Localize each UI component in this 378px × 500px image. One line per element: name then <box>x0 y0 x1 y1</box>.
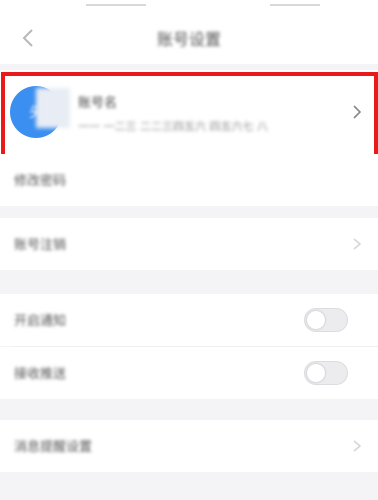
status-bar-fragment <box>86 0 146 6</box>
status-bar-fragment <box>270 0 320 6</box>
settings-row-notifications[interactable]: 开启通知 <box>0 294 378 346</box>
account-detail: 一一 一二三 二二三四五六 四五六七 八 <box>78 120 268 133</box>
nav-bar: 账号设置 <box>0 12 378 64</box>
chevron-right-icon <box>353 105 362 119</box>
status-bar <box>0 0 378 12</box>
row-label: 账号注销 <box>14 238 67 253</box>
chevron-right-icon <box>353 238 362 250</box>
settings-row-account-cancel[interactable]: 账号注销 <box>0 218 378 270</box>
row-label: 修改密码 <box>14 174 67 189</box>
page-title: 账号设置 <box>156 30 221 49</box>
settings-row-push[interactable]: 接收推送 <box>0 347 378 399</box>
toggle-knob <box>307 311 325 329</box>
settings-row-message-reminder[interactable]: 消息提醒设置 <box>0 420 378 472</box>
avatar-mosaic <box>36 88 70 128</box>
row-label: 接收推送 <box>14 367 67 382</box>
push-toggle[interactable] <box>304 361 348 385</box>
row-label: 消息提醒设置 <box>14 440 93 455</box>
notifications-toggle[interactable] <box>304 308 348 332</box>
chevron-right-icon <box>353 440 362 452</box>
toggle-knob <box>307 364 325 382</box>
settings-row-change-password[interactable]: 修改密码 <box>0 154 378 206</box>
account-card[interactable]: 头 账号名 一一 一二三 二二三四五六 四五六七 八 <box>0 70 378 154</box>
row-label: 开启通知 <box>14 314 67 329</box>
account-name: 账号名 <box>78 96 118 111</box>
